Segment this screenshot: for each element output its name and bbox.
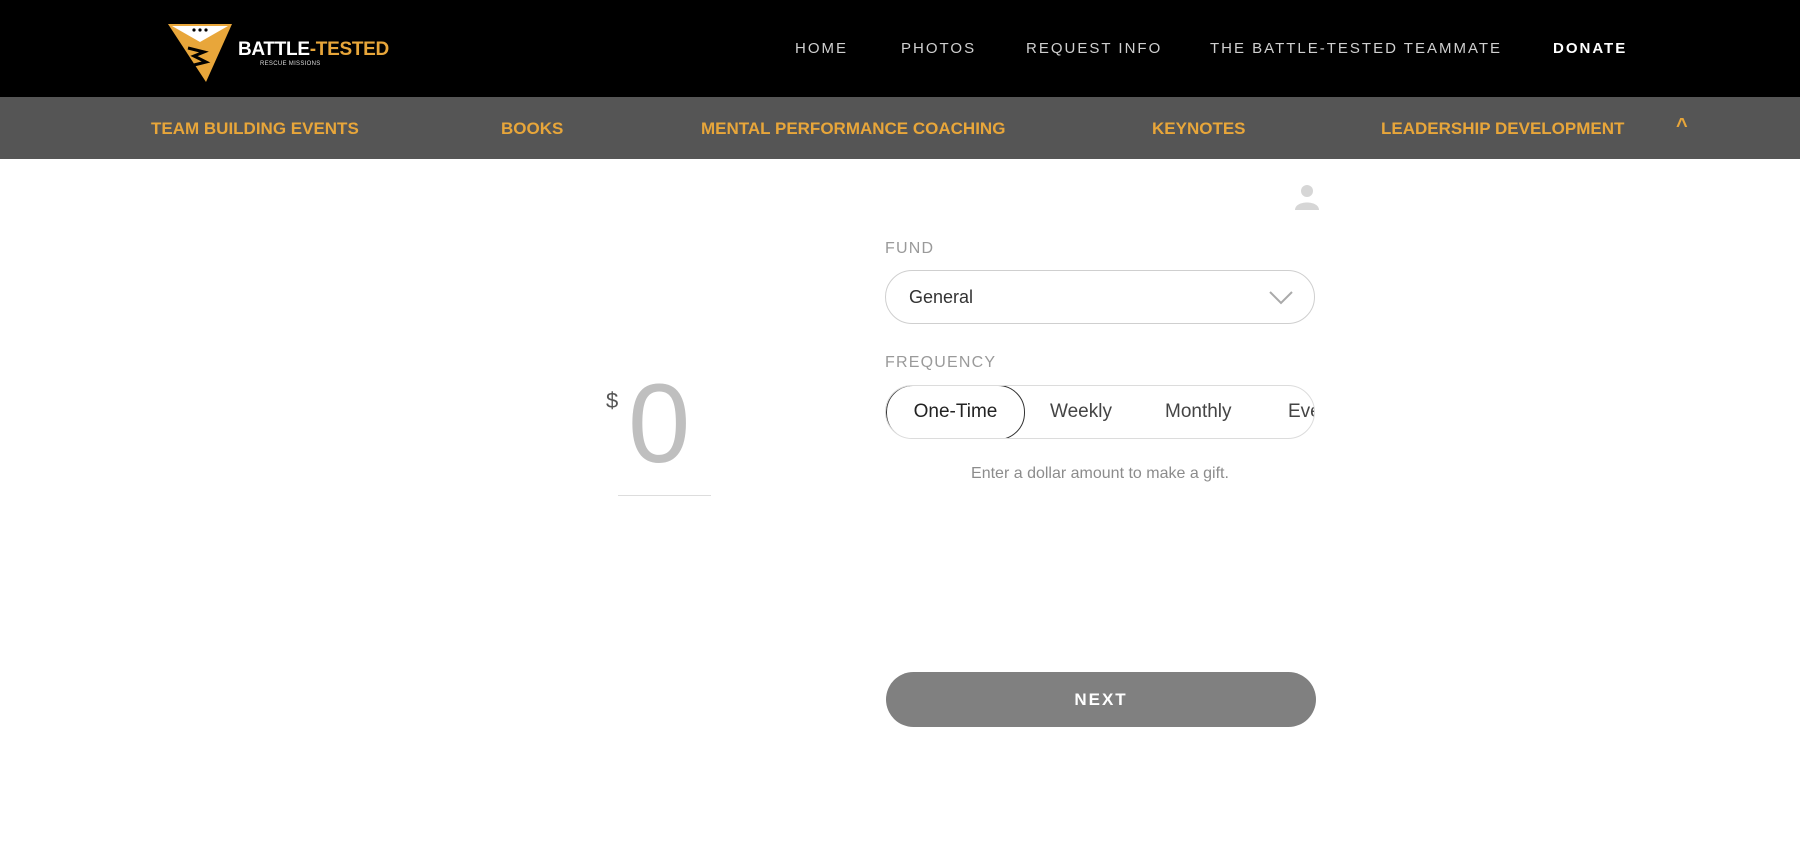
amount-hint: Enter a dollar amount to make a gift. [971, 465, 1229, 482]
sub-nav-leadership-development[interactable]: LEADERSHIP DEVELOPMENT [1381, 119, 1624, 139]
fund-select[interactable]: General [885, 270, 1315, 324]
collapse-caret-icon[interactable]: ^ [1676, 115, 1688, 138]
frequency-option-one-time[interactable]: One-Time [886, 386, 1025, 438]
frequency-label: FREQUENCY [885, 354, 997, 371]
amount-underline [618, 495, 711, 496]
sub-nav-books[interactable]: BOOKS [501, 119, 563, 139]
frequency-selector: One-Time Weekly Monthly Eve [885, 385, 1315, 439]
frequency-option-every[interactable]: Eve [1288, 386, 1314, 438]
user-icon[interactable] [1293, 182, 1321, 210]
sub-nav-mental-performance-coaching[interactable]: MENTAL PERFORMANCE COACHING [701, 119, 1005, 139]
sub-nav: TEAM BUILDING EVENTS BOOKS MENTAL PERFOR… [0, 97, 1800, 159]
nav-home[interactable]: HOME [795, 40, 848, 57]
sub-nav-team-building-events[interactable]: TEAM BUILDING EVENTS [151, 119, 359, 139]
currency-symbol: $ [606, 388, 619, 413]
frequency-option-weekly[interactable]: Weekly [1050, 386, 1112, 438]
fund-label: FUND [885, 240, 935, 257]
frequency-option-monthly[interactable]: Monthly [1165, 386, 1232, 438]
top-header: BATTLE-TESTED RESCUE MISSIONS HOME PHOTO… [0, 0, 1800, 97]
sub-nav-keynotes[interactable]: KEYNOTES [1152, 119, 1246, 139]
nav-battle-tested-teammate[interactable]: THE BATTLE-TESTED TEAMMATE [1210, 40, 1502, 57]
nav-request-info[interactable]: REQUEST INFO [1026, 40, 1162, 57]
nav-photos[interactable]: PHOTOS [901, 40, 976, 57]
nav-donate[interactable]: DONATE [1553, 40, 1627, 57]
fund-selected-value: General [909, 287, 974, 307]
chevron-down-icon [1269, 291, 1293, 305]
main-nav: HOME PHOTOS REQUEST INFO THE BATTLE-TEST… [0, 40, 1800, 64]
amount-value[interactable]: 0 [628, 368, 690, 480]
next-button[interactable]: NEXT [886, 672, 1316, 727]
